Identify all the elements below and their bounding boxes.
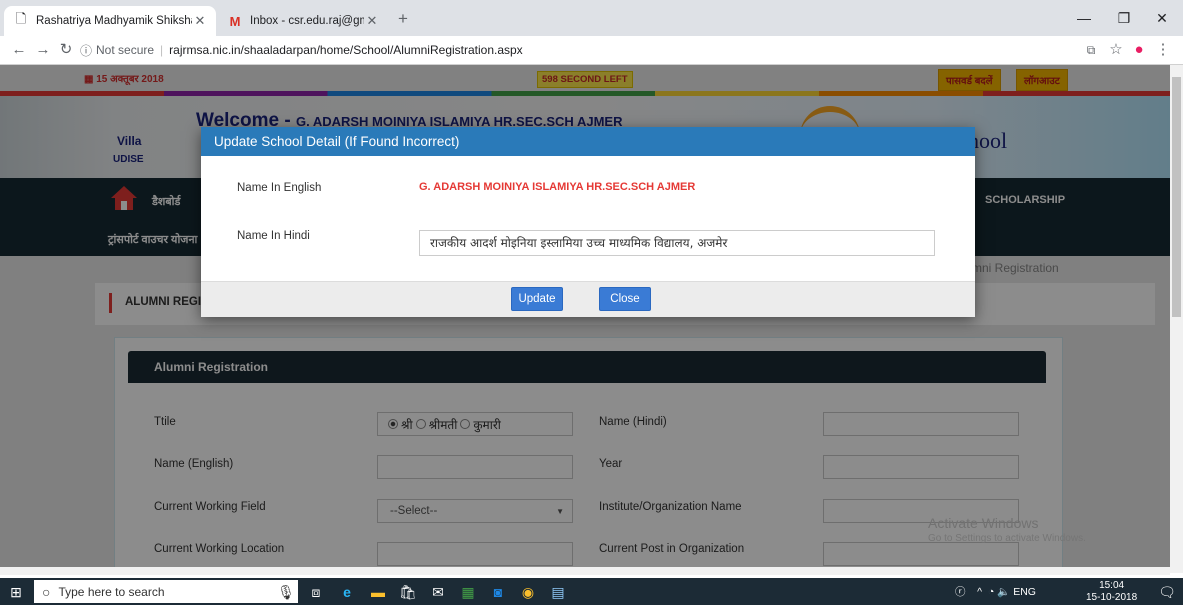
update-school-modal: Update School Detail (If Found Incorrect… (201, 127, 975, 317)
language-indicator[interactable]: ENG (1013, 586, 1036, 598)
url-input[interactable]: ⓘ Not secure | rajrmsa.nic.in/shaaladarp… (80, 39, 1040, 61)
file-explorer-icon[interactable]: ▬ (368, 582, 388, 602)
menu-icon[interactable]: ⋮ (1152, 40, 1174, 60)
translate-icon[interactable]: ⧉ (1080, 40, 1102, 60)
name-english-value: G. ADARSH MOINIYA ISLAMIYA HR.SEC.SCH AJ… (419, 181, 696, 193)
forward-icon[interactable]: → (32, 40, 54, 60)
volume-icon[interactable]: 🔈 (997, 586, 1010, 598)
skype-icon[interactable]: ◙ (488, 582, 508, 602)
modal-footer: Update Close (201, 281, 975, 317)
excel-icon[interactable]: ▦ (458, 582, 478, 602)
notifications-icon[interactable]: 🗨 (1157, 582, 1177, 602)
system-tray: ⓡ ^ ◔ 🔈 ENG (955, 584, 1036, 599)
separator: | (160, 43, 164, 57)
clock-date: 15-10-2018 (1086, 592, 1138, 603)
search-placeholder: Type here to search (58, 584, 165, 599)
minimize-icon[interactable]: — (1066, 6, 1102, 30)
page-icon: 🗋 (15, 11, 27, 26)
gmail-icon: M (229, 13, 241, 29)
profile-icon[interactable]: ● (1128, 40, 1150, 60)
info-icon[interactable]: ⓘ (80, 42, 92, 59)
restore-icon[interactable]: ❐ (1106, 6, 1142, 30)
search-circle-icon: ○ (42, 583, 51, 600)
tab-title: Inbox - csr.edu.raj@gmail.com - (250, 15, 364, 27)
chrome-icon[interactable]: ◉ (518, 582, 538, 602)
close-button[interactable]: Close (599, 287, 651, 311)
close-window-icon[interactable]: ✕ (1144, 6, 1180, 30)
new-tab-button[interactable]: + (398, 9, 408, 29)
store-icon[interactable]: 🛍 (398, 582, 418, 602)
modal-title: Update School Detail (If Found Incorrect… (214, 134, 460, 149)
security-label: Not secure (96, 43, 155, 57)
scrollbar-thumb[interactable] (1172, 77, 1181, 317)
microphone-icon[interactable]: 🎙 (276, 582, 296, 602)
task-view-icon[interactable]: ⧈ (306, 582, 326, 602)
horizontal-scrollbar[interactable] (0, 567, 1170, 575)
close-tab-icon[interactable]: ✕ (364, 13, 380, 29)
url-text: rajrmsa.nic.in/shaaladarpan/home/School/… (169, 43, 523, 57)
name-hindi-input[interactable]: राजकीय आदर्श मोइनिया इस्लामिया उच्च माध्… (419, 230, 935, 256)
tab-rmsa[interactable]: 🗋 Rashatriya Madhyamik Shiksha A ✕ (4, 6, 216, 36)
back-icon[interactable]: ← (8, 40, 30, 60)
bookmark-star-icon[interactable]: ☆ (1105, 40, 1127, 60)
taskbar-search[interactable]: ○ Type here to search (34, 580, 298, 603)
clock-time: 15:04 (1099, 580, 1125, 591)
browser-tab-bar: 🗋 Rashatriya Madhyamik Shiksha A ✕ M Inb… (0, 0, 1183, 36)
taskbar-clock[interactable]: 15:04 15-10-2018 (1086, 580, 1137, 604)
tab-title: Rashatriya Madhyamik Shiksha A (36, 15, 192, 27)
windows-taskbar: ⊞ ○ Type here to search 🎙 ⧈ e ▬ 🛍 ✉ ▦ ◙ … (0, 578, 1183, 605)
name-hindi-label: Name In Hindi (237, 230, 310, 242)
name-english-label: Name In English (237, 182, 322, 194)
mail-icon[interactable]: ✉ (428, 582, 448, 602)
close-tab-icon[interactable]: ✕ (192, 13, 208, 29)
tab-gmail[interactable]: M Inbox - csr.edu.raj@gmail.com - ✕ (218, 6, 388, 36)
app-icon[interactable]: ▤ (548, 582, 568, 602)
vertical-scrollbar[interactable] (1170, 65, 1183, 573)
windows-start-icon[interactable]: ⊞ (6, 582, 26, 602)
update-button[interactable]: Update (511, 287, 563, 311)
address-bar: ← → ↻ ⓘ Not secure | rajrmsa.nic.in/shaa… (0, 36, 1183, 65)
network-icon[interactable]: ◔ (988, 586, 994, 598)
edge-icon[interactable]: e (337, 582, 357, 602)
modal-header: Update School Detail (If Found Incorrect… (201, 127, 975, 156)
people-icon[interactable]: ⓡ (955, 586, 966, 598)
chevron-up-icon[interactable]: ^ (977, 586, 982, 598)
reload-icon[interactable]: ↻ (55, 40, 77, 60)
